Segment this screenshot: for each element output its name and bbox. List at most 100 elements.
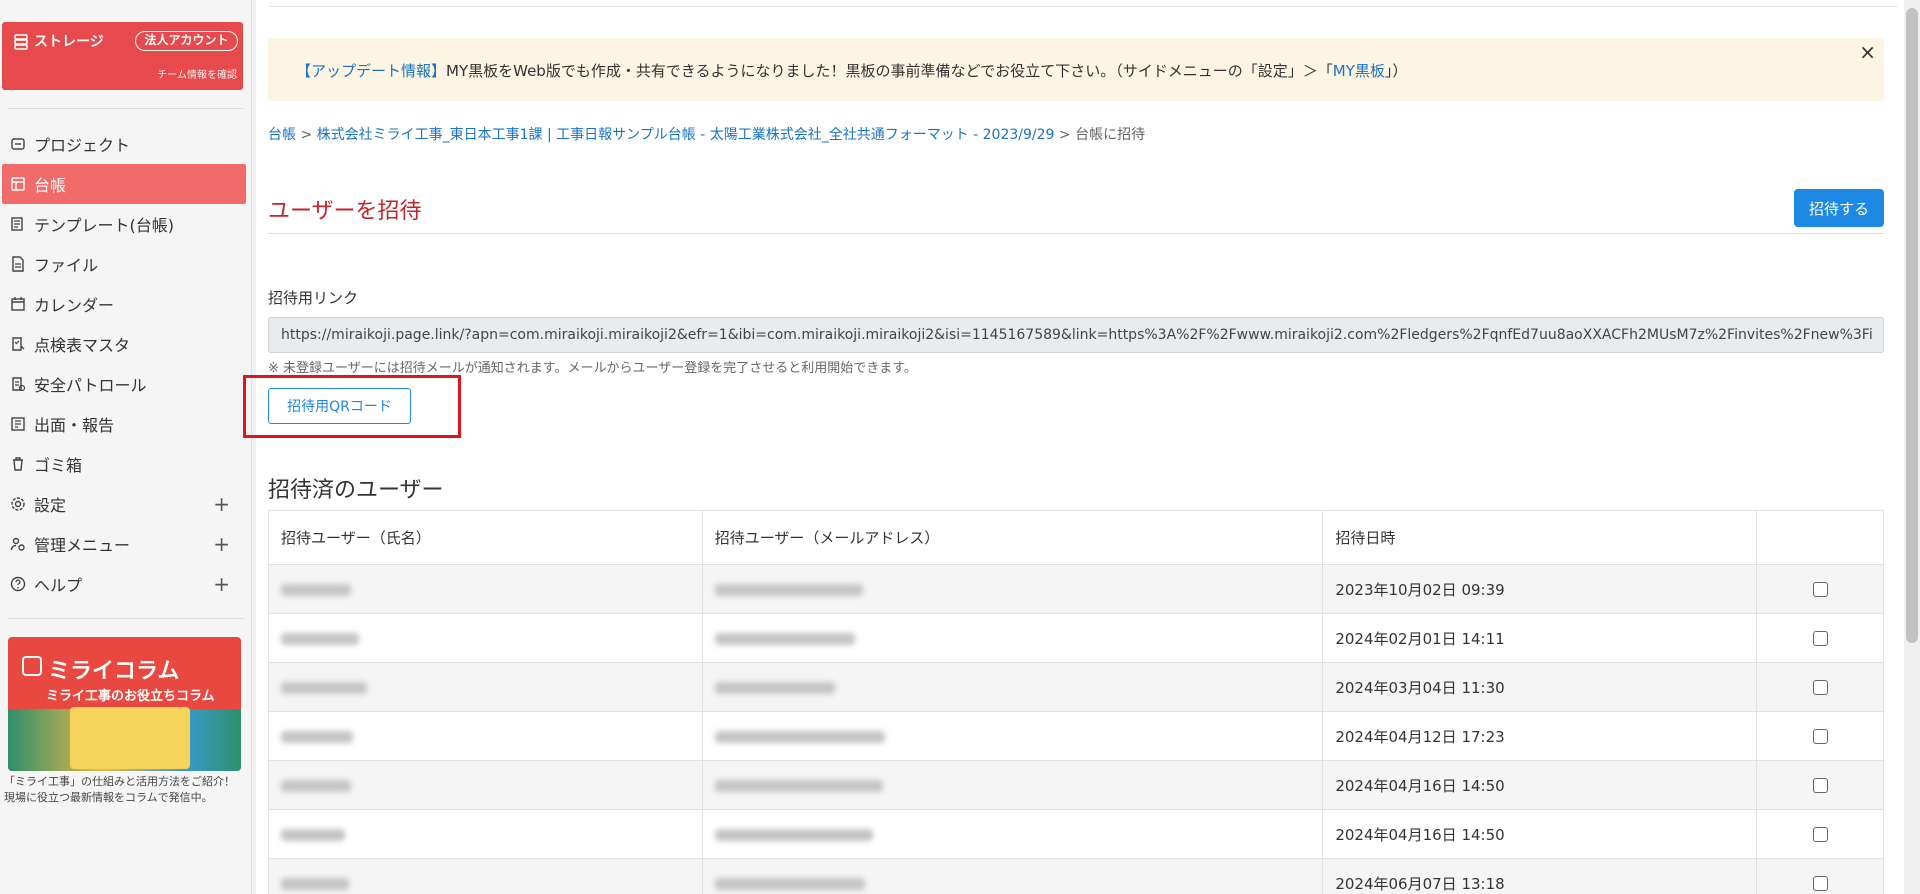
expand-plus-icon[interactable]: +: [213, 572, 230, 596]
alert-text: MY黒板をWeb版でも作成・共有できるようになりました！黒板の事前準備などでお役…: [446, 62, 1333, 80]
sidebar-item-patrol[interactable]: 安全パトロール: [0, 364, 252, 404]
select-cell: [1756, 613, 1884, 663]
redacted-name: [281, 877, 349, 890]
row-checkbox[interactable]: [1812, 778, 1828, 793]
invited-users-table: 招待ユーザー（氏名） 招待ユーザー（メールアドレス） 招待日時 2023年10月…: [268, 510, 1884, 894]
invited-date-cell: 2024年04月16日 14:50: [1322, 760, 1758, 810]
sidebar-nav: プロジェクト台帳テンプレート(台帳) ファイルカレンダー点検表マスタ 安全パトロール…: [0, 124, 252, 604]
sidebar-item-help[interactable]: ヘルプ +: [0, 564, 252, 604]
calendar-icon: [11, 297, 25, 311]
select-cell: [1756, 760, 1884, 810]
admin-icon: [10, 537, 25, 551]
row-checkbox[interactable]: [1812, 729, 1828, 744]
breadcrumb-separator: >: [1058, 127, 1071, 143]
storage-label: ストレージ: [34, 34, 104, 50]
expand-plus-icon[interactable]: +: [213, 532, 230, 556]
help-icon: [10, 576, 26, 592]
sidebar-item-admin[interactable]: 管理メニュー +: [0, 524, 252, 564]
sidebar-item-label: 設定: [34, 496, 67, 515]
sidebar-item-calendar[interactable]: カレンダー: [0, 284, 252, 324]
row-checkbox[interactable]: [1812, 631, 1828, 646]
sidebar-divider: [8, 618, 244, 619]
redacted-email: [714, 730, 885, 743]
sidebar-item-project[interactable]: プロジェクト: [0, 124, 252, 164]
invited-date-cell: 2024年04月16日 14:50: [1322, 809, 1758, 859]
user-name-cell: [268, 711, 703, 761]
row-checkbox[interactable]: [1812, 680, 1828, 695]
redacted-name: [281, 681, 367, 694]
sidebar-item-label: ゴミ箱: [34, 456, 83, 475]
invite-note: ※ 未登録ユーザーには招待メールが通知されます。メールからユーザー登録を完了させ…: [268, 361, 917, 376]
breadcrumb-separator: >: [300, 127, 313, 143]
header-select: [1756, 510, 1884, 565]
scrollbar-thumb[interactable]: [1906, 8, 1918, 643]
corporate-account-badge: 法人アカウント: [135, 31, 238, 51]
alert-tag-link[interactable]: 【アップデート情報】: [296, 62, 446, 80]
redacted-name: [281, 583, 351, 596]
sidebar-item-label: 管理メニュー: [34, 536, 131, 555]
select-cell: [1756, 711, 1884, 761]
invite-button[interactable]: 招待する: [1794, 189, 1884, 227]
sidebar-item-report[interactable]: 出面・報告: [0, 404, 252, 444]
page-title: ユーザーを招待: [268, 199, 422, 224]
select-cell: [1756, 564, 1884, 614]
sidebar-item-label: ヘルプ: [34, 576, 83, 595]
user-name-cell: [268, 662, 703, 712]
sidebar-item-trash[interactable]: ゴミ箱: [0, 444, 252, 484]
ledger-icon: [11, 177, 25, 191]
row-checkbox[interactable]: [1812, 582, 1828, 597]
table-row: 2024年04月16日 14:50: [268, 760, 1884, 810]
invited-users-title: 招待済のユーザー: [268, 478, 444, 503]
select-cell: [1756, 809, 1884, 859]
template-icon: [11, 217, 23, 231]
user-name-cell: [268, 564, 703, 614]
sidebar-item-label: カレンダー: [34, 296, 115, 315]
breadcrumb-ledger-root[interactable]: 台帳: [268, 127, 296, 143]
sidebar-item-label: テンプレート(台帳): [34, 216, 175, 235]
table-row: 2024年02月01日 14:11: [268, 613, 1884, 663]
row-checkbox[interactable]: [1812, 876, 1828, 891]
sidebar-item-label: 点検表マスタ: [34, 336, 131, 355]
invite-link-field[interactable]: https://miraikoji.page.link/?apn=com.mir…: [268, 317, 1884, 353]
redacted-email: [714, 828, 873, 841]
top-border: [268, 6, 1898, 7]
table-row: 2023年10月02日 09:39: [268, 564, 1884, 614]
my-blackboard-link[interactable]: MY黒板: [1333, 62, 1385, 80]
user-name-cell: [268, 858, 703, 894]
user-name-cell: [268, 613, 703, 663]
team-info-link[interactable]: チーム情報を確認: [157, 66, 237, 81]
table-row: 2024年06月07日 13:18: [268, 858, 1884, 894]
breadcrumb-ledger[interactable]: 株式会社ミライ工事_東日本工事1課 | 工事日報サンプル台帳 - 太陽工業株式会…: [317, 127, 1055, 143]
sidebar-item-checklist[interactable]: 点検表マスタ: [0, 324, 252, 364]
invited-date-cell: 2024年04月12日 17:23: [1322, 711, 1758, 761]
sidebar-item-file[interactable]: ファイル: [0, 244, 252, 284]
invited-date-cell: 2024年06月07日 13:18: [1322, 858, 1758, 894]
storage-icon: [14, 34, 28, 50]
redacted-email: [714, 681, 835, 694]
gear-icon: [11, 497, 25, 511]
storage-panel[interactable]: ストレージ 法人アカウント チーム情報を確認: [2, 22, 243, 90]
project-icon: [11, 138, 25, 150]
expand-plus-icon[interactable]: +: [213, 492, 230, 516]
column-description: 「ミライ工事」の仕組みと活用方法をご紹介！現場に役立つ最新情報をコラムで発信中。: [4, 775, 235, 804]
table-row: 2024年03月04日 11:30: [268, 662, 1884, 712]
sidebar-item-gear[interactable]: 設定 +: [0, 484, 252, 524]
sidebar-item-ledger[interactable]: 台帳: [2, 164, 246, 204]
trash-icon: [13, 457, 23, 471]
redacted-name: [281, 828, 345, 841]
row-checkbox[interactable]: [1812, 827, 1828, 842]
table-row: 2024年04月12日 17:23: [268, 711, 1884, 761]
sidebar-item-label: ファイル: [34, 256, 99, 275]
close-icon[interactable]: ×: [1859, 40, 1876, 64]
column-subtitle: ミライ工事のお役立ちコラム: [46, 689, 215, 704]
table-row: 2024年04月16日 14:50: [268, 809, 1884, 859]
sidebar-item-label: 台帳: [34, 176, 67, 195]
sidebar-item-label: 安全パトロール: [34, 376, 147, 395]
user-email-cell: [701, 613, 1324, 663]
user-email-cell: [701, 760, 1324, 810]
select-cell: [1756, 662, 1884, 712]
redacted-name: [281, 730, 353, 743]
column-title: ミライコラム: [48, 659, 180, 684]
mirai-column-banner[interactable]: ミライコラム ミライ工事のお役立ちコラム: [8, 637, 241, 771]
sidebar-item-template[interactable]: テンプレート(台帳): [0, 204, 252, 244]
